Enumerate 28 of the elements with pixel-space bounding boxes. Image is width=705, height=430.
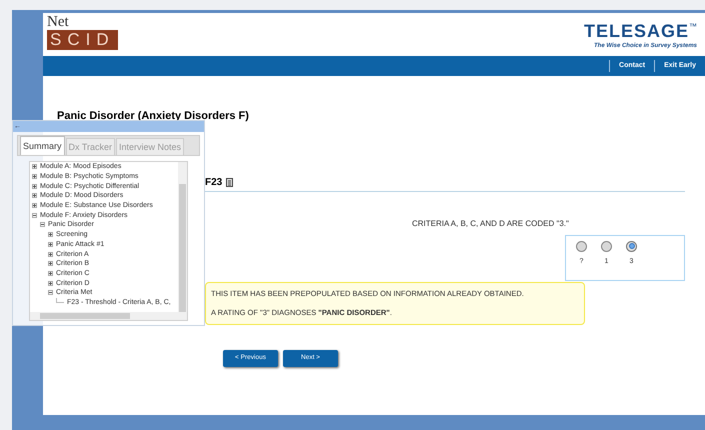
brand-name: TELESAGE xyxy=(584,21,689,41)
expand-icon[interactable] xyxy=(32,174,37,180)
logo-text: Net xyxy=(47,15,70,30)
expand-icon[interactable] xyxy=(48,252,53,257)
radio-button[interactable] xyxy=(626,240,637,252)
radio-button[interactable] xyxy=(576,240,587,252)
expand-icon[interactable] xyxy=(32,184,37,189)
expand-icon[interactable] xyxy=(32,193,37,198)
page-title: Panic Disorder (Anxiety Disorders F) xyxy=(57,109,250,124)
item-code: F23 xyxy=(205,176,222,190)
notepad-icon[interactable] xyxy=(226,178,234,186)
expand-icon[interactable] xyxy=(32,203,37,208)
trademark-mark: ™ xyxy=(689,21,697,33)
expand-icon[interactable] xyxy=(48,232,53,238)
logo-text: SCID xyxy=(47,30,118,50)
question-text: CRITERIA A, B, C, AND D ARE CODED "3." xyxy=(412,218,570,230)
expand-icon[interactable] xyxy=(48,242,53,247)
expand-icon[interactable] xyxy=(32,164,37,170)
collapse-icon[interactable] xyxy=(32,212,37,218)
expand-icon[interactable] xyxy=(48,280,53,286)
expand-icon[interactable] xyxy=(48,261,53,266)
horizontal-scrollbar[interactable] xyxy=(30,312,187,320)
vertical-scrollbar[interactable] xyxy=(178,162,187,312)
collapse-icon[interactable] xyxy=(48,290,53,296)
panel-tab[interactable]: Summary xyxy=(20,136,65,155)
collapse-icon[interactable] xyxy=(40,222,45,228)
expand-icon[interactable] xyxy=(48,270,53,276)
radio-button[interactable] xyxy=(601,240,612,252)
